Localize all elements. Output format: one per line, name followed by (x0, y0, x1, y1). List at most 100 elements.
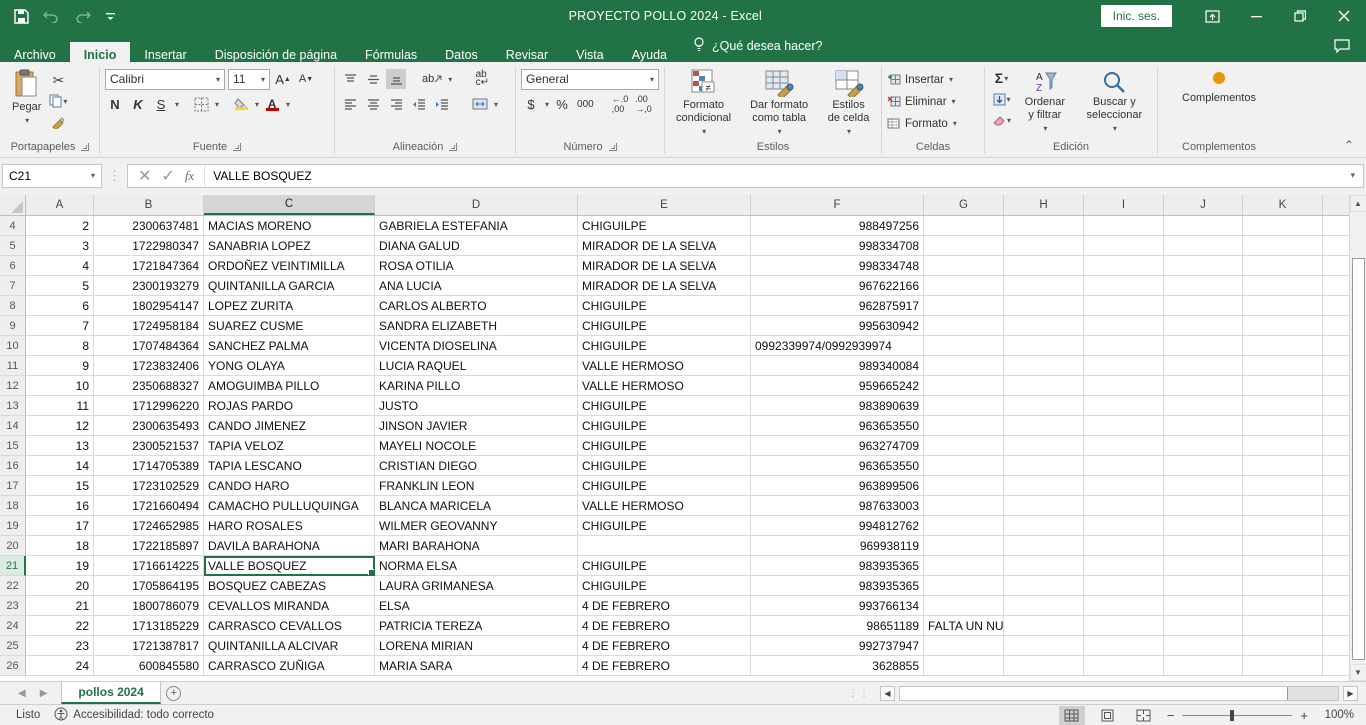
cell-D18[interactable]: BLANCA MARICELA (375, 496, 578, 516)
name-box[interactable]: C21▾ (2, 164, 102, 188)
minimize-button[interactable] (1234, 0, 1278, 32)
cell-G15[interactable] (924, 436, 1004, 456)
cell-B21[interactable]: 1716614225 (94, 556, 204, 576)
row-header-24[interactable]: 24 (0, 616, 26, 636)
cell-H14[interactable] (1004, 416, 1084, 436)
save-icon[interactable] (14, 9, 29, 24)
zoom-out-icon[interactable]: − (1167, 708, 1175, 723)
next-sheet-icon[interactable]: ▶ (40, 688, 48, 699)
cell-F18[interactable]: 987633003 (751, 496, 924, 516)
cell-D12[interactable]: KARINA PILLO (375, 376, 578, 396)
cell-D19[interactable]: WILMER GEOVANNY (375, 516, 578, 536)
tell-me-box[interactable]: ¿Qué desea hacer? (681, 31, 835, 62)
cell-J25[interactable] (1164, 636, 1243, 656)
cell-J26[interactable] (1164, 656, 1243, 676)
cell-F24[interactable]: 98651189 (751, 616, 924, 636)
vertical-scroll-thumb[interactable] (1352, 258, 1365, 660)
cell-K12[interactable] (1243, 376, 1323, 396)
column-header-b[interactable]: B (94, 195, 204, 215)
horizontal-scroll-thumb[interactable] (900, 687, 1288, 700)
cell-C26[interactable]: CARRASCO ZUÑIGA (204, 656, 375, 676)
cell-J8[interactable] (1164, 296, 1243, 316)
increase-font-icon[interactable]: A▲ (273, 69, 293, 89)
row-header-7[interactable]: 7 (0, 276, 26, 296)
cell-A24[interactable]: 22 (26, 616, 94, 636)
column-header-d[interactable]: D (375, 195, 578, 215)
cell-B4[interactable]: 2300637481 (94, 216, 204, 236)
format-cells-button[interactable]: Formato▾ (887, 113, 957, 134)
row-header-4[interactable]: 4 (0, 216, 26, 236)
cell-B22[interactable]: 1705864195 (94, 576, 204, 596)
font-dialog-launcher[interactable] (233, 143, 241, 151)
cell-E17[interactable]: CHIGUILPE (578, 476, 751, 496)
cell-H6[interactable] (1004, 256, 1084, 276)
cell-I23[interactable] (1084, 596, 1164, 616)
cell-I22[interactable] (1084, 576, 1164, 596)
row-header-22[interactable]: 22 (0, 576, 26, 596)
scroll-left-icon[interactable]: ◀ (880, 686, 895, 701)
column-header-i[interactable]: I (1084, 195, 1164, 215)
cell-F11[interactable]: 989340084 (751, 356, 924, 376)
prev-sheet-icon[interactable]: ◀ (18, 688, 26, 699)
clear-icon[interactable]: ▾ (990, 110, 1013, 130)
cell-D13[interactable]: JUSTO (375, 396, 578, 416)
cell-H8[interactable] (1004, 296, 1084, 316)
cell-D17[interactable]: FRANKLIN LEON (375, 476, 578, 496)
cell-E12[interactable]: VALLE HERMOSO (578, 376, 751, 396)
cell-F12[interactable]: 959665242 (751, 376, 924, 396)
align-top-icon[interactable] (340, 69, 360, 89)
cell-I9[interactable] (1084, 316, 1164, 336)
cell-J17[interactable] (1164, 476, 1243, 496)
cell-E7[interactable]: MIRADOR DE LA SELVA (578, 276, 751, 296)
cell-K14[interactable] (1243, 416, 1323, 436)
font-color-icon[interactable]: A (262, 94, 282, 114)
cell-K9[interactable] (1243, 316, 1323, 336)
cell-E21[interactable]: CHIGUILPE (578, 556, 751, 576)
cell-G22[interactable] (924, 576, 1004, 596)
cell-G14[interactable] (924, 416, 1004, 436)
cell-J5[interactable] (1164, 236, 1243, 256)
row-header-17[interactable]: 17 (0, 476, 26, 496)
cell-E19[interactable]: CHIGUILPE (578, 516, 751, 536)
cell-K17[interactable] (1243, 476, 1323, 496)
find-select-button[interactable]: Buscar y seleccionar▾ (1077, 68, 1152, 137)
cell-C14[interactable]: CANDO JIMENEZ (204, 416, 375, 436)
cell-A19[interactable]: 17 (26, 516, 94, 536)
cell-C6[interactable]: ORDOÑEZ VEINTIMILLA (204, 256, 375, 276)
cell-K4[interactable] (1243, 216, 1323, 236)
cell-G18[interactable] (924, 496, 1004, 516)
page-layout-view-button[interactable] (1095, 706, 1121, 725)
cell-E23[interactable]: 4 DE FEBRERO (578, 596, 751, 616)
cell-E16[interactable]: CHIGUILPE (578, 456, 751, 476)
cell-A25[interactable]: 23 (26, 636, 94, 656)
cell-E15[interactable]: CHIGUILPE (578, 436, 751, 456)
cell-J21[interactable] (1164, 556, 1243, 576)
comments-icon[interactable] (1318, 39, 1366, 62)
cell-C22[interactable]: BOSQUEZ CABEZAS (204, 576, 375, 596)
cell-C9[interactable]: SUAREZ CUSME (204, 316, 375, 336)
cell-C13[interactable]: ROJAS PARDO (204, 396, 375, 416)
cell-K26[interactable] (1243, 656, 1323, 676)
page-break-view-button[interactable] (1131, 706, 1157, 725)
cell-A5[interactable]: 3 (26, 236, 94, 256)
cell-K6[interactable] (1243, 256, 1323, 276)
row-header-5[interactable]: 5 (0, 236, 26, 256)
cell-H18[interactable] (1004, 496, 1084, 516)
cell-C19[interactable]: HARO ROSALES (204, 516, 375, 536)
cell-K16[interactable] (1243, 456, 1323, 476)
cell-A7[interactable]: 5 (26, 276, 94, 296)
cell-H25[interactable] (1004, 636, 1084, 656)
horizontal-scrollbar[interactable] (899, 686, 1339, 701)
cell-H26[interactable] (1004, 656, 1084, 676)
align-right-icon[interactable] (386, 94, 406, 114)
cell-J10[interactable] (1164, 336, 1243, 356)
cell-E20[interactable] (578, 536, 751, 556)
cell-D9[interactable]: SANDRA ELIZABETH (375, 316, 578, 336)
column-header-e[interactable]: E (578, 195, 751, 215)
cell-H15[interactable] (1004, 436, 1084, 456)
cell-C11[interactable]: YONG OLAYA (204, 356, 375, 376)
cell-H4[interactable] (1004, 216, 1084, 236)
cut-icon[interactable]: ✂ (47, 70, 69, 90)
cell-A9[interactable]: 7 (26, 316, 94, 336)
cell-J11[interactable] (1164, 356, 1243, 376)
